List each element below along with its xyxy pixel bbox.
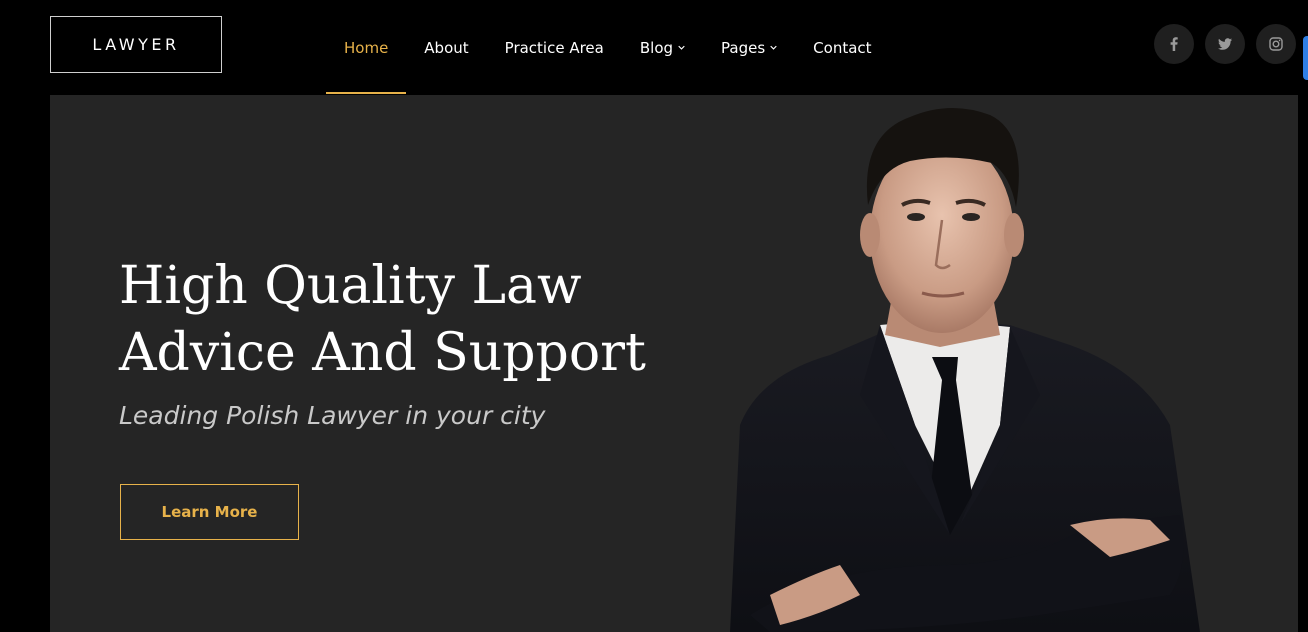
nav-pages[interactable]: Pages: [703, 0, 795, 95]
hero-subtitle: Leading Polish Lawyer in your city: [119, 401, 546, 430]
main-nav: Home About Practice Area Blog Pages Cont…: [326, 0, 890, 95]
hero-title-line-1: High Quality Law: [119, 256, 582, 316]
instagram-button[interactable]: [1256, 24, 1296, 64]
logo-text: LAWYER: [92, 35, 180, 54]
instagram-icon: [1269, 37, 1283, 51]
nav-pages-label: Pages: [721, 38, 766, 57]
social-links: [1154, 24, 1296, 64]
nav-about[interactable]: About: [406, 0, 486, 95]
nav-home-label: Home: [344, 38, 389, 57]
nav-practice-area[interactable]: Practice Area: [487, 0, 622, 95]
chevron-down-icon: [770, 45, 777, 50]
lawyer-photo: [730, 107, 1200, 632]
nav-blog-label: Blog: [639, 38, 674, 57]
hero-section: High Quality Law Advice And Support Lead…: [50, 95, 1298, 632]
twitter-icon: [1218, 38, 1232, 50]
hero-title-line-2: Advice And Support: [119, 323, 646, 383]
facebook-button[interactable]: [1154, 24, 1194, 64]
nav-contact-label: Contact: [813, 38, 872, 57]
facebook-icon: [1170, 37, 1178, 51]
site-header: LAWYER Home About Practice Area Blog Pag…: [0, 0, 1308, 95]
chevron-down-icon: [678, 45, 685, 50]
nav-practice-area-label: Practice Area: [504, 38, 604, 57]
nav-contact[interactable]: Contact: [795, 0, 889, 95]
nav-home[interactable]: Home: [326, 0, 407, 95]
logo[interactable]: LAWYER: [50, 16, 222, 73]
nav-about-label: About: [424, 38, 469, 57]
side-tab[interactable]: [1303, 36, 1308, 80]
nav-blog[interactable]: Blog: [622, 0, 703, 95]
hero-title: High Quality Law Advice And Support: [119, 253, 679, 387]
learn-more-button[interactable]: Learn More: [120, 484, 299, 540]
twitter-button[interactable]: [1205, 24, 1245, 64]
